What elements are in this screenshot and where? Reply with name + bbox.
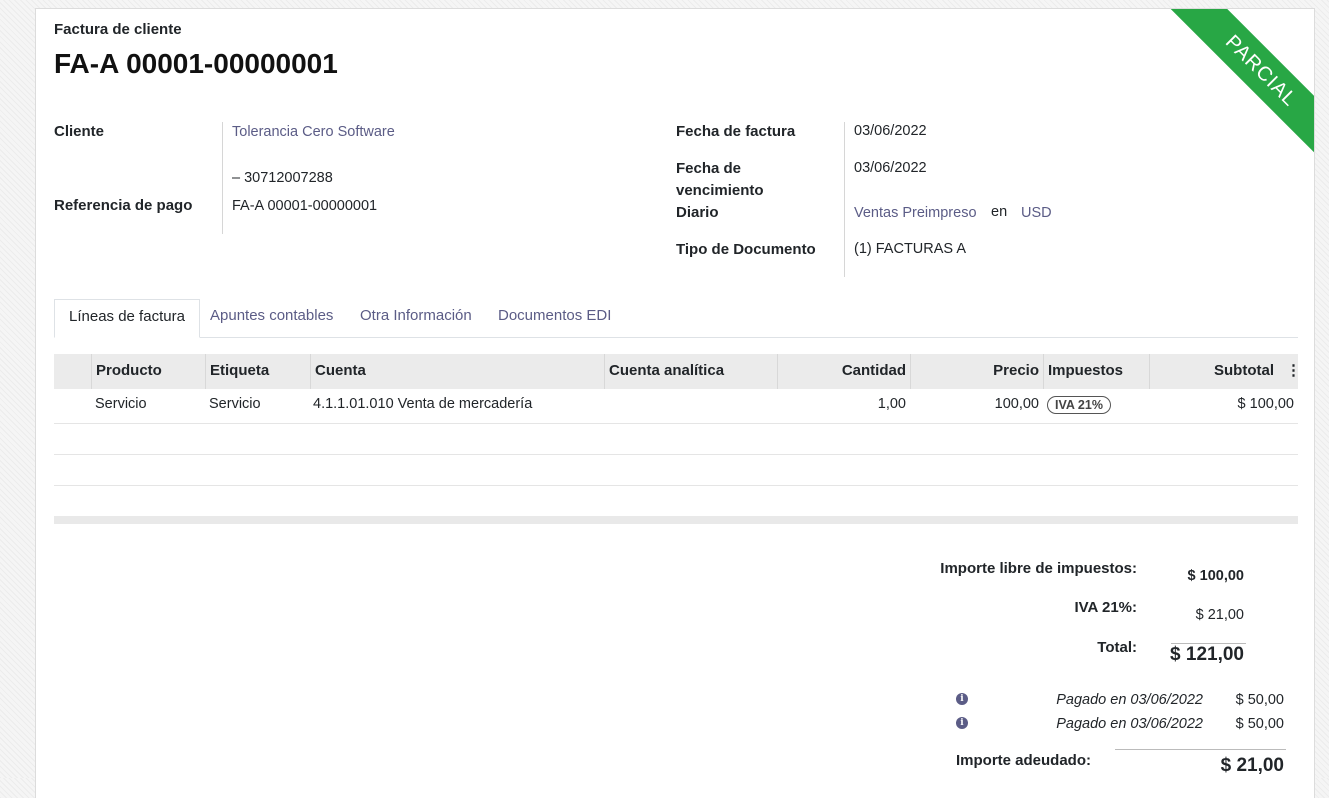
- iva-label: IVA 21%:: [1074, 599, 1137, 616]
- header-subtotal[interactable]: Subtotal: [1149, 354, 1278, 389]
- fecha-factura-value[interactable]: 03/06/2022: [854, 123, 927, 139]
- importe-adeudado-value: $ 21,00: [1220, 755, 1284, 776]
- form-subtitle: Factura de cliente: [54, 21, 182, 38]
- tipo-documento-value[interactable]: (1) FACTURAS A: [854, 241, 966, 257]
- diario-label: Diario: [676, 204, 719, 221]
- diario-moneda-link[interactable]: USD: [1021, 205, 1052, 221]
- diario-link[interactable]: Ventas Preimpreso: [854, 205, 977, 221]
- importe-libre-label: Importe libre de impuestos:: [940, 560, 1137, 577]
- cell-etiqueta: Servicio: [209, 396, 261, 412]
- header-precio[interactable]: Precio: [910, 354, 1043, 389]
- payment-amount: $ 50,00: [1235, 716, 1284, 732]
- cliente-label: Cliente: [54, 123, 105, 140]
- page-title: FA-A 00001-00000001: [54, 48, 338, 79]
- header-cuenta-analitica[interactable]: Cuenta analítica: [604, 354, 777, 389]
- table-footer-bar: [54, 516, 1298, 524]
- header-handle-col: [54, 354, 91, 389]
- referencia-label: Referencia de pago: [54, 197, 193, 214]
- notebook-tabs: Líneas de factura Apuntes contables Otra…: [54, 299, 1298, 338]
- diario-en-text: en: [991, 204, 1008, 220]
- header-cuenta[interactable]: Cuenta: [310, 354, 604, 389]
- header-etiqueta[interactable]: Etiqueta: [205, 354, 310, 389]
- field-separator-left: [222, 122, 223, 234]
- payment-text: Pagado en 03/06/2022: [1056, 692, 1203, 708]
- tax-badge: IVA 21%: [1047, 396, 1111, 414]
- fecha-vencimiento-value[interactable]: 03/06/2022: [854, 160, 927, 176]
- cliente-tax-id: – 30712007288: [232, 170, 333, 186]
- tab-apuntes-contables[interactable]: Apuntes contables: [196, 299, 347, 336]
- fecha-vencimiento-label-2: vencimiento: [676, 182, 764, 199]
- field-separator-right: [844, 122, 845, 277]
- fecha-factura-label: Fecha de factura: [676, 123, 796, 140]
- status-ribbon-label: PARCIAL: [1165, 9, 1314, 159]
- empty-row[interactable]: [54, 423, 1298, 455]
- payment-amount: $ 50,00: [1235, 692, 1284, 708]
- cell-subtotal: $ 100,00: [1237, 396, 1294, 412]
- cliente-link[interactable]: Tolerancia Cero Software: [232, 124, 395, 140]
- cell-precio: 100,00: [994, 396, 1039, 412]
- cell-producto: Servicio: [95, 396, 147, 412]
- tab-otra-informacion[interactable]: Otra Información: [346, 299, 486, 336]
- info-icon[interactable]: i: [956, 717, 968, 729]
- importe-adeudado-label: Importe adeudado:: [955, 752, 1091, 769]
- cell-cuenta: 4.1.1.01.010 Venta de mercadería: [313, 396, 533, 412]
- tab-lineas-factura[interactable]: Líneas de factura: [54, 299, 200, 338]
- cell-cantidad: 1,00: [877, 396, 906, 412]
- adeudado-separator: [1115, 749, 1286, 750]
- invoice-form-sheet: Factura de cliente FA-A 00001-00000001 P…: [35, 8, 1315, 798]
- optional-columns-icon[interactable]: ⋮: [1286, 361, 1301, 379]
- header-cantidad[interactable]: Cantidad: [777, 354, 910, 389]
- table-row[interactable]: Servicio Servicio 4.1.1.01.010 Venta de …: [54, 389, 1298, 424]
- referencia-value[interactable]: FA-A 00001-00000001: [232, 198, 377, 214]
- payment-text: Pagado en 03/06/2022: [1056, 716, 1203, 732]
- total-label: Total:: [1097, 639, 1137, 656]
- header-impuestos[interactable]: Impuestos: [1043, 354, 1149, 389]
- importe-libre-value: $ 100,00: [1187, 568, 1244, 584]
- invoice-lines-header: Producto Etiqueta Cuenta Cuenta analític…: [54, 354, 1301, 389]
- empty-row[interactable]: [54, 454, 1298, 486]
- fecha-vencimiento-label-1: Fecha de: [676, 160, 742, 177]
- total-value: $ 121,00: [1170, 644, 1244, 665]
- info-icon[interactable]: i: [956, 693, 968, 705]
- tipo-documento-label: Tipo de Documento: [676, 241, 816, 258]
- header-producto[interactable]: Producto: [91, 354, 205, 389]
- iva-value: $ 21,00: [1195, 607, 1244, 623]
- status-ribbon: PARCIAL: [1164, 9, 1314, 159]
- tab-documentos-edi[interactable]: Documentos EDI: [484, 299, 625, 336]
